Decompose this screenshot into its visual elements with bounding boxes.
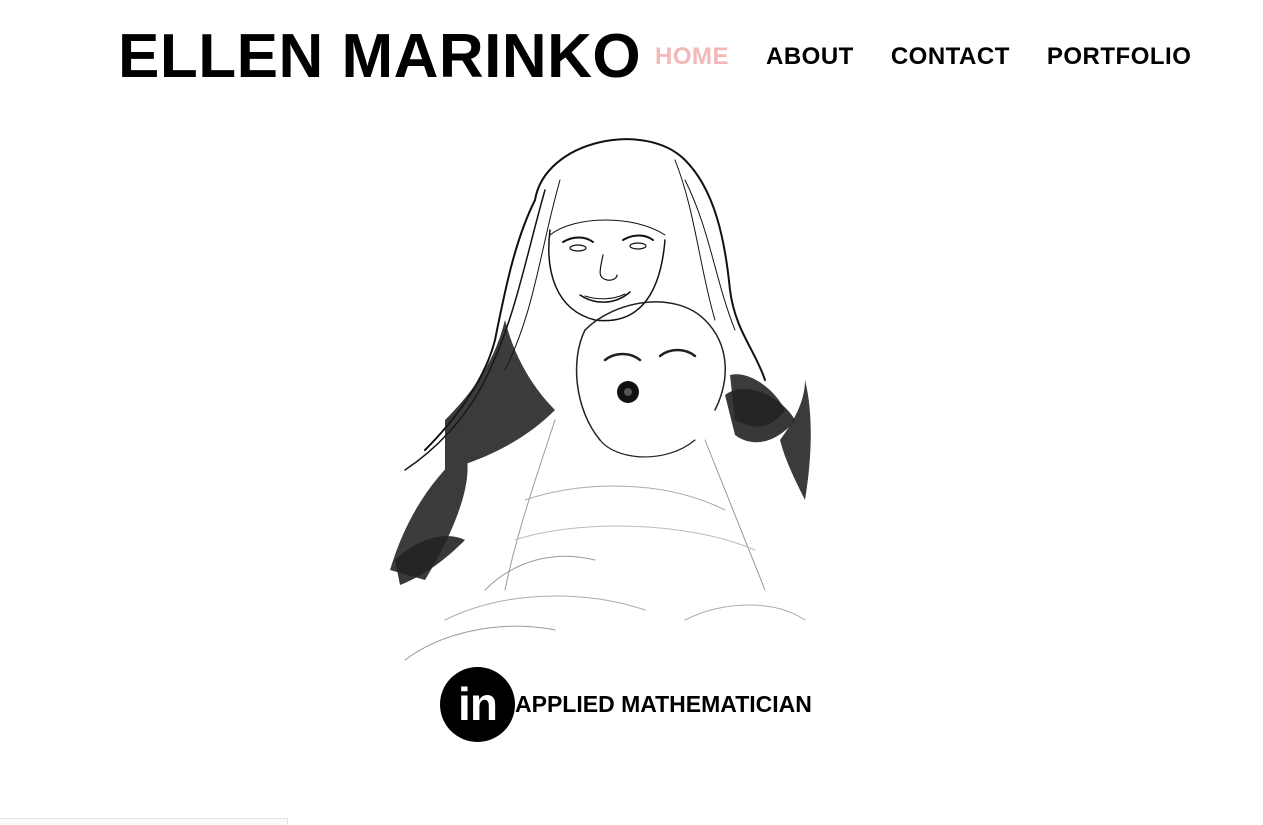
nav-contact-link[interactable]: CONTACT <box>891 42 1010 72</box>
tagline: APPLIED MATHEMATICIAN <box>515 691 812 717</box>
page: ELLEN MARINKO HOME ABOUT CONTACT PORTFOL… <box>0 0 1263 825</box>
linkedin-icon-text: in <box>458 677 498 730</box>
linkedin-icon[interactable]: in <box>440 667 515 742</box>
portrait-sketch-image <box>390 138 811 661</box>
nav-portfolio-link[interactable]: PORTFOLIO <box>1047 42 1192 72</box>
main-nav: HOME ABOUT CONTACT PORTFOLIO <box>655 42 1191 72</box>
site-title[interactable]: ELLEN MARINKO <box>118 22 641 92</box>
nav-home-link[interactable]: HOME <box>655 42 729 72</box>
nav-about-link[interactable]: ABOUT <box>766 42 854 72</box>
bottom-overlay-bar <box>0 818 288 825</box>
